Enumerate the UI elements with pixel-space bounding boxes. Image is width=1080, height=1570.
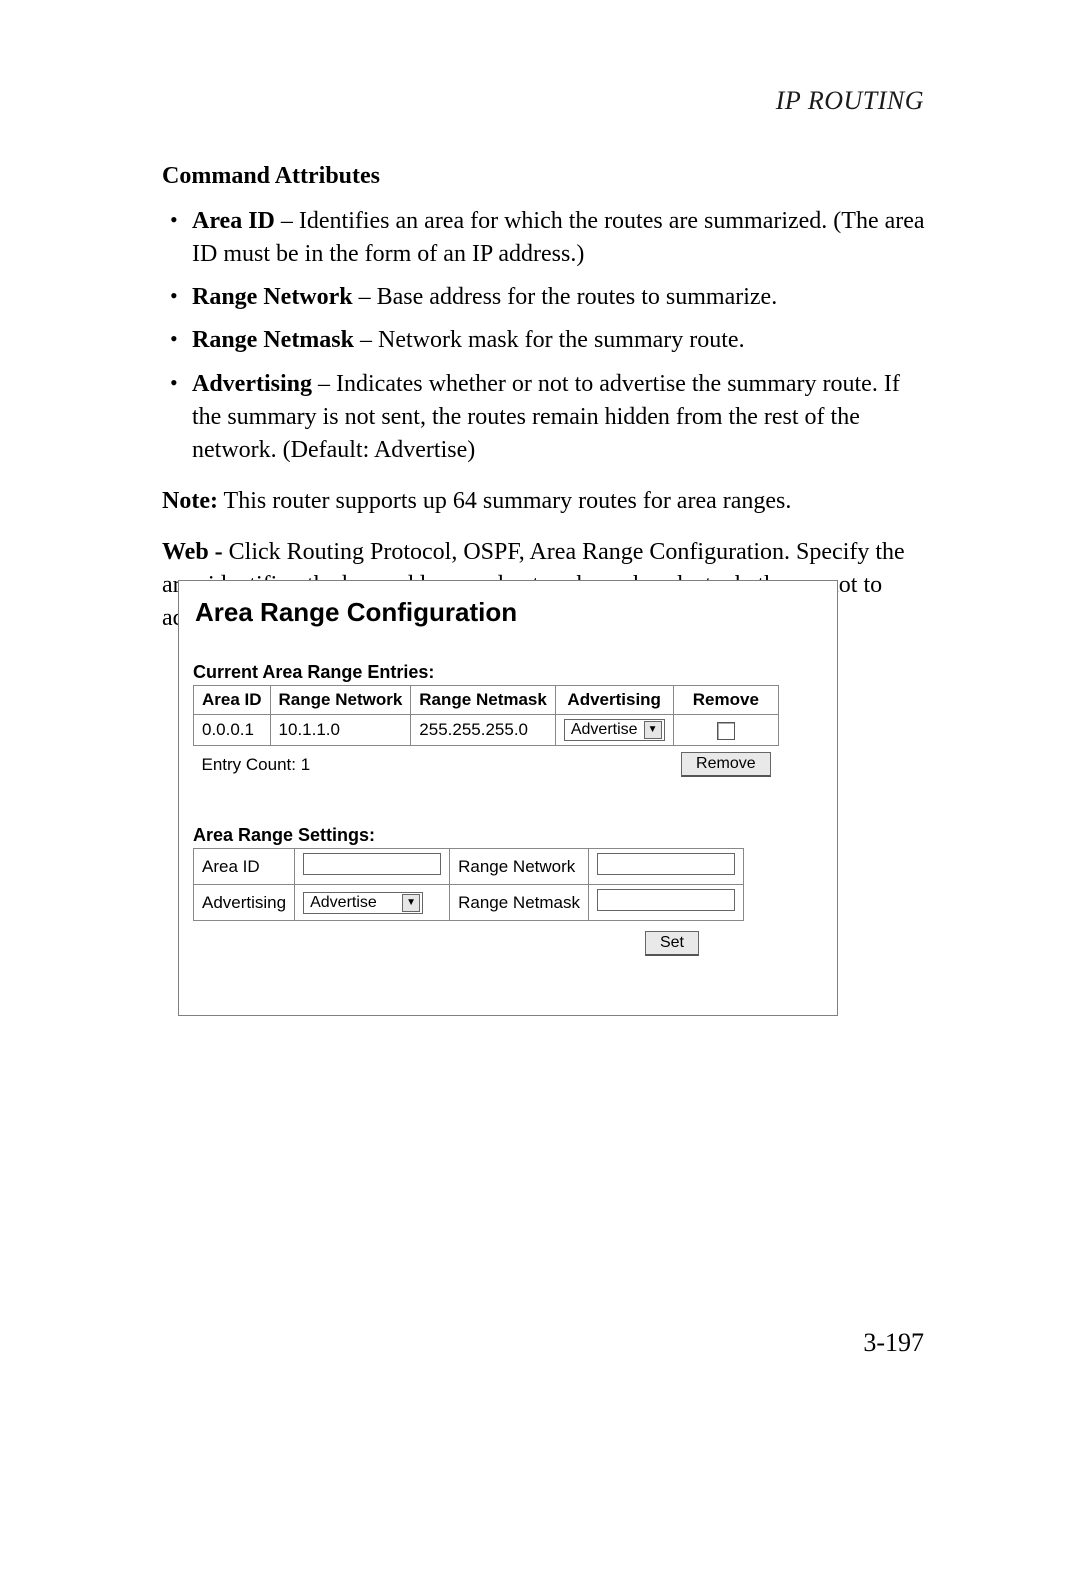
attribute-list: Area ID – Identifies an area for which t…	[162, 205, 932, 467]
th-area-id: Area ID	[194, 686, 271, 715]
term-advertising: Advertising	[192, 371, 312, 397]
remove-button[interactable]: Remove	[681, 752, 771, 777]
term-range-network: Range Network	[192, 284, 353, 310]
section-title: Command Attributes	[162, 160, 932, 193]
settings-table: Area ID Range Network Advertising Advert…	[193, 848, 744, 921]
range-netmask-input[interactable]	[597, 889, 735, 911]
th-advertising: Advertising	[555, 686, 673, 715]
term-range-netmask: Range Netmask	[192, 327, 354, 353]
settings-row: Advertising Advertise ▼ Range Netmask	[194, 885, 744, 921]
label-area-id: Area ID	[194, 849, 295, 885]
table-footer-row: Entry Count: 1 Remove	[194, 746, 779, 782]
remove-checkbox[interactable]	[717, 722, 735, 740]
running-header: IP ROUTING	[776, 86, 924, 116]
note-lead: Note:	[162, 488, 218, 514]
desc-range-network: – Base address for the routes to summari…	[353, 284, 778, 310]
term-area-id: Area ID	[192, 208, 275, 234]
settings-advertising-select[interactable]: Advertise ▼	[303, 892, 423, 914]
advertising-select-value: Advertise	[571, 721, 638, 739]
note-text: This router supports up 64 summary route…	[218, 488, 791, 514]
chevron-down-icon: ▼	[644, 721, 662, 739]
th-range-netmask: Range Netmask	[411, 686, 556, 715]
table-header-row: Area ID Range Network Range Netmask Adve…	[194, 686, 779, 715]
label-range-network: Range Network	[450, 849, 589, 885]
chevron-down-icon: ▼	[402, 894, 420, 912]
range-network-input[interactable]	[597, 853, 735, 875]
desc-range-netmask: – Network mask for the summary route.	[354, 327, 745, 353]
list-item: Range Network – Base address for the rou…	[162, 281, 932, 314]
cell-range-network: 10.1.1.0	[270, 715, 411, 746]
area-id-input[interactable]	[303, 853, 441, 875]
note-paragraph: Note: This router supports up 64 summary…	[162, 485, 932, 518]
cell-remove	[673, 715, 779, 746]
desc-area-id: – Identifies an area for which the route…	[192, 208, 925, 267]
entry-count: Entry Count: 1	[194, 746, 674, 782]
settings-label: Area Range Settings:	[193, 825, 823, 846]
cell-area-id: 0.0.0.1	[194, 715, 271, 746]
label-advertising: Advertising	[194, 885, 295, 921]
page-number: 3-197	[863, 1328, 924, 1358]
entries-table: Area ID Range Network Range Netmask Adve…	[193, 685, 779, 781]
list-item: Area ID – Identifies an area for which t…	[162, 205, 932, 271]
running-header-text: IP ROUTING	[776, 86, 924, 115]
table-row: 0.0.0.1 10.1.1.0 255.255.255.0 Advertise…	[194, 715, 779, 746]
panel-title: Area Range Configuration	[195, 597, 823, 628]
label-range-netmask: Range Netmask	[450, 885, 589, 921]
advertising-select[interactable]: Advertise ▼	[564, 719, 665, 741]
list-item: Advertising – Indicates whether or not t…	[162, 368, 932, 467]
cell-range-netmask: 255.255.255.0	[411, 715, 556, 746]
set-button[interactable]: Set	[645, 931, 699, 956]
config-panel: Area Range Configuration Current Area Ra…	[178, 580, 838, 1016]
web-lead: Web -	[162, 539, 223, 565]
th-remove: Remove	[673, 686, 779, 715]
list-item: Range Netmask – Network mask for the sum…	[162, 324, 932, 357]
th-range-network: Range Network	[270, 686, 411, 715]
cell-advertising: Advertise ▼	[555, 715, 673, 746]
settings-advertising-value: Advertise	[310, 894, 377, 912]
entries-label: Current Area Range Entries:	[193, 662, 823, 683]
settings-row: Area ID Range Network	[194, 849, 744, 885]
